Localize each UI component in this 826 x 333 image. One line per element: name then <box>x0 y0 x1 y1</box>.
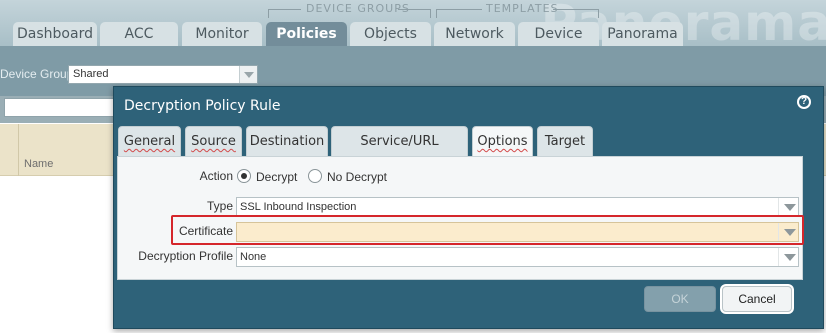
tab-label: General <box>123 134 176 149</box>
tab-acc[interactable]: ACC <box>100 22 178 46</box>
tab-label: Target <box>544 134 586 149</box>
type-value: SSL Inbound Inspection <box>240 201 357 213</box>
tab-policies[interactable]: Policies <box>266 22 347 46</box>
tab-device[interactable]: Device <box>518 22 599 46</box>
filter-input[interactable] <box>4 98 116 117</box>
tab-target[interactable]: Target <box>537 126 593 156</box>
chevron-down-icon[interactable] <box>778 223 798 241</box>
decryption-profile-label: Decryption Profile <box>138 249 233 263</box>
device-groups-label: DEVICE GROUPS <box>306 2 410 15</box>
tab-options[interactable]: Options <box>472 126 533 157</box>
radio-no-decrypt[interactable] <box>308 169 322 183</box>
radio-decrypt[interactable] <box>237 169 251 183</box>
decryption-policy-rule-dialog: Decryption Policy Rule ? General Source … <box>113 86 824 329</box>
chevron-down-icon[interactable] <box>778 198 798 216</box>
tab-label: Source <box>191 134 236 149</box>
column-divider <box>18 124 19 176</box>
decryption-profile-select[interactable]: None <box>236 247 799 267</box>
device-group-value: Shared <box>73 68 109 80</box>
tab-objects[interactable]: Objects <box>350 22 431 46</box>
dialog-title: Decryption Policy Rule <box>124 98 281 114</box>
help-icon[interactable]: ? <box>797 95 811 109</box>
tab-source[interactable]: Source <box>185 126 242 156</box>
group-bracket <box>268 9 301 18</box>
tab-general[interactable]: General <box>118 126 181 156</box>
decryption-profile-value: None <box>240 251 267 263</box>
action-label: Action <box>199 169 233 183</box>
tab-monitor[interactable]: Monitor <box>182 22 262 46</box>
options-panel: Action Decrypt No Decrypt Type SSL Inbou… <box>117 156 804 280</box>
radio-no-decrypt-label[interactable]: No Decrypt <box>327 170 387 184</box>
radio-decrypt-label[interactable]: Decrypt <box>256 170 297 184</box>
tab-panorama[interactable]: Panorama <box>602 22 683 46</box>
tab-service-url-category[interactable]: Service/URL Category <box>331 126 468 179</box>
group-bracket <box>436 9 482 18</box>
device-group-select[interactable]: Shared <box>68 65 258 84</box>
column-header-name[interactable]: Name <box>24 158 53 170</box>
group-bracket <box>553 9 599 18</box>
type-select[interactable]: SSL Inbound Inspection <box>236 197 799 217</box>
app-header: Panorama DEVICE GROUPS TEMPLATES Dashboa… <box>0 0 826 46</box>
cancel-button[interactable]: Cancel <box>722 286 792 312</box>
tab-destination[interactable]: Destination <box>246 126 328 156</box>
tab-label: Options <box>477 134 528 149</box>
type-label: Type <box>206 199 233 213</box>
chevron-down-icon[interactable] <box>778 248 798 266</box>
templates-label: TEMPLATES <box>486 2 559 15</box>
certificate-label: Certificate <box>178 224 233 238</box>
certificate-select[interactable] <box>236 222 799 242</box>
tab-dashboard[interactable]: Dashboard <box>13 22 97 46</box>
tab-label: Destination <box>249 134 325 149</box>
tab-network[interactable]: Network <box>434 22 515 46</box>
chevron-down-icon[interactable] <box>239 66 257 83</box>
device-group-label: Device Group <box>0 67 74 81</box>
ok-button[interactable]: OK <box>644 286 716 312</box>
